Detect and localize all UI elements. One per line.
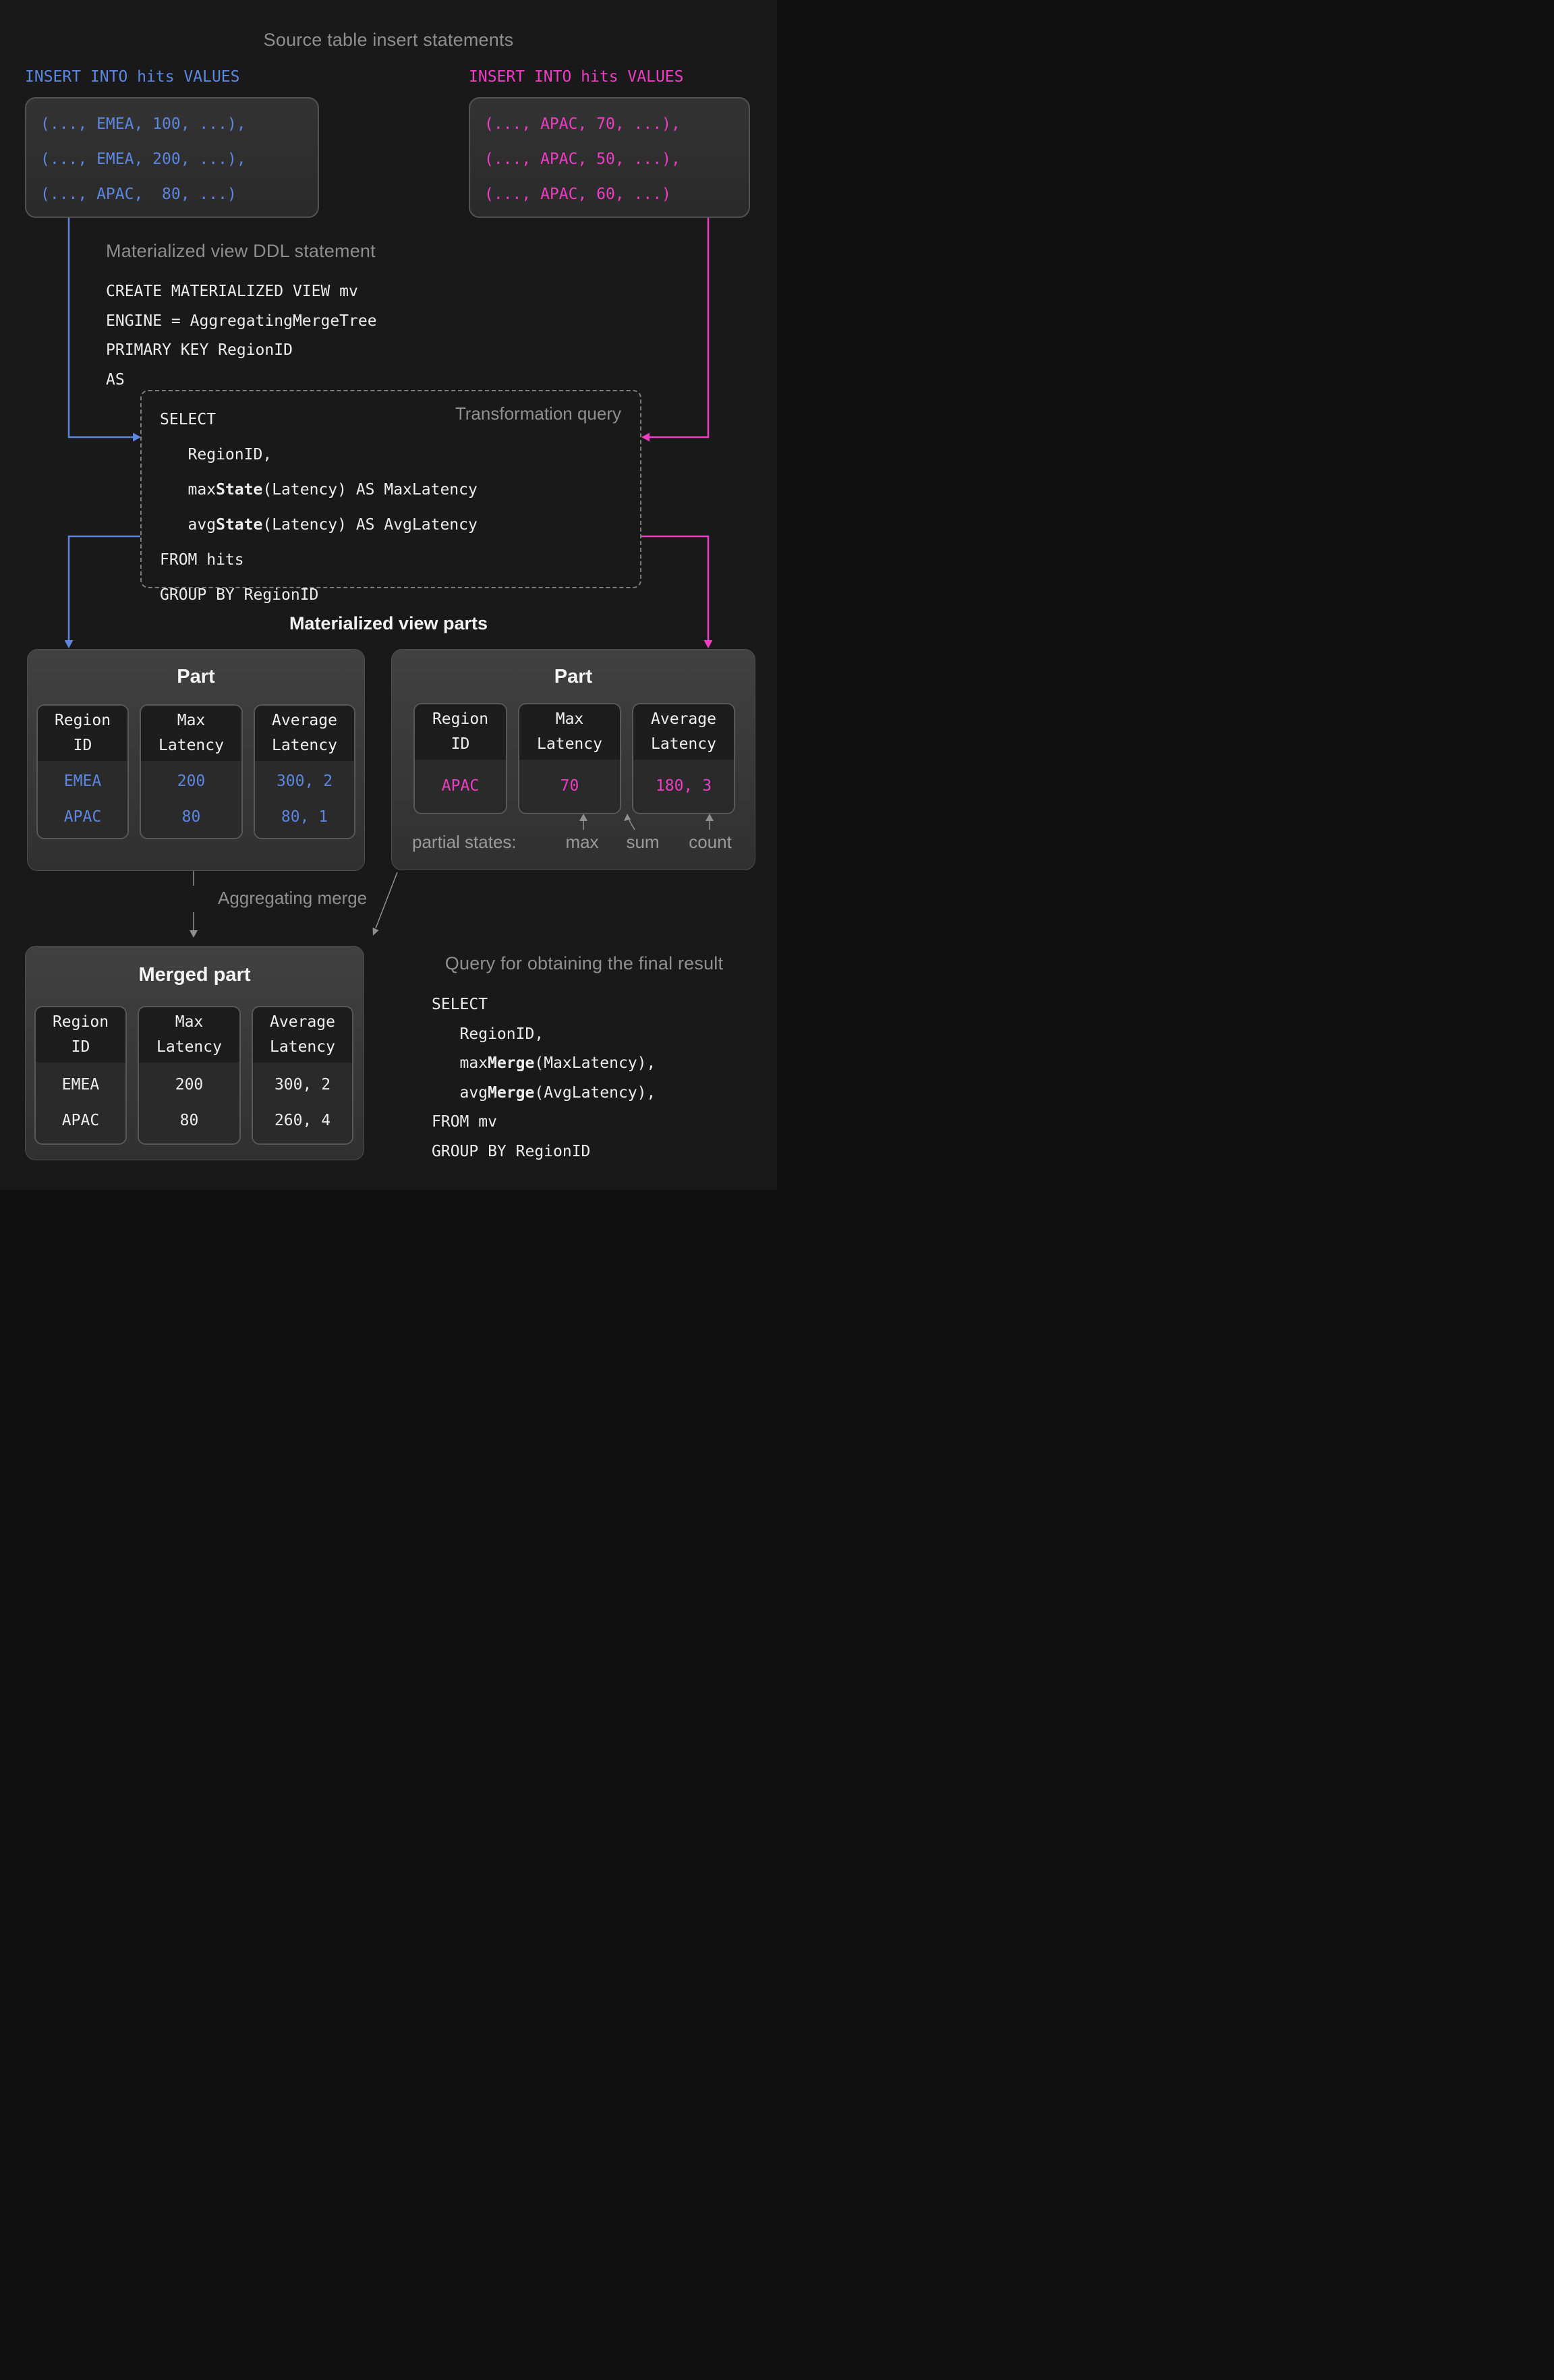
- column-values: 300, 2 260, 4: [253, 1062, 352, 1143]
- ddl-code: CREATE MATERIALIZED VIEW mvENGINE = Aggr…: [106, 277, 377, 395]
- column-header: Region ID: [415, 704, 506, 760]
- column-card: Average Latency 300, 2 260, 4: [252, 1006, 353, 1145]
- column-values: 200 80: [139, 1062, 239, 1143]
- column-values: APAC: [415, 760, 506, 813]
- column-values: 180, 3: [633, 760, 734, 813]
- transformation-box: Transformation query SELECT RegionID, ma…: [140, 390, 641, 588]
- insert-right-rows: (..., APAC, 70, ...),(..., APAC, 50, ...…: [470, 98, 749, 212]
- column-values: 300, 2 80, 1: [255, 761, 354, 838]
- column-card: Region ID APAC: [413, 703, 507, 814]
- merged-part-box: Merged part Region ID EMEA APAC Max Late…: [25, 946, 364, 1160]
- part-right-title: Part: [392, 666, 755, 688]
- insert-left-box: (..., EMEA, 100, ...),(..., EMEA, 200, .…: [25, 97, 319, 218]
- merge-arrow-left-arrowhead: [190, 930, 198, 938]
- partial-annotation-sum: sum: [626, 831, 659, 853]
- pink-in-connector: [641, 218, 708, 442]
- column-card: Average Latency 300, 2 80, 1: [254, 704, 355, 839]
- diagram-canvas: Source table insert statements INSERT IN…: [0, 0, 777, 1190]
- blue-out-arrowhead: [65, 640, 74, 648]
- part-left-title: Part: [28, 666, 364, 688]
- column-values: EMEA APAC: [38, 761, 127, 838]
- column-header: Region ID: [38, 706, 127, 761]
- page-title: Source table insert statements: [0, 30, 777, 51]
- column-card: Region ID EMEA APAC: [34, 1006, 127, 1145]
- ddl-title: Materialized view DDL statement: [106, 241, 376, 262]
- column-card: Average Latency 180, 3: [632, 703, 735, 814]
- part-left-cards: Region ID EMEA APAC Max Latency 200 80: [36, 704, 355, 839]
- insert-left-label: INSERT INTO hits VALUES: [25, 68, 240, 86]
- partial-annotation-count: count: [689, 831, 732, 853]
- part-right-cards: Region ID APAC Max Latency 70 Average: [413, 703, 735, 814]
- column-header: Max Latency: [141, 706, 241, 761]
- insert-right-label: INSERT INTO hits VALUES: [469, 68, 684, 86]
- column-card: Max Latency 200 80: [140, 704, 243, 839]
- column-values: EMEA APAC: [36, 1062, 125, 1143]
- column-card: Max Latency 70: [518, 703, 621, 814]
- merge-arrow-left: [190, 871, 198, 938]
- column-values: 70: [519, 760, 620, 813]
- column-header: Average Latency: [633, 704, 734, 760]
- column-header: Region ID: [36, 1007, 125, 1062]
- partial-states-label: partial states:: [412, 831, 517, 853]
- final-query-title: Query for obtaining the final result: [402, 953, 766, 974]
- transformation-label: Transformation query: [455, 403, 621, 424]
- merge-arrow-diagonal: [373, 872, 398, 936]
- pink-out-arrowhead: [704, 640, 713, 648]
- insert-right-box: (..., APAC, 70, ...),(..., APAC, 50, ...…: [469, 97, 750, 218]
- part-box-right: Part Region ID APAC Max Latency 70: [391, 649, 755, 870]
- column-header: Average Latency: [253, 1007, 352, 1062]
- column-card: Max Latency 200 80: [138, 1006, 241, 1145]
- parts-section-title: Materialized view parts: [0, 613, 777, 634]
- column-values: 200 80: [141, 761, 241, 838]
- insert-left-rows: (..., EMEA, 100, ...),(..., EMEA, 200, .…: [26, 98, 318, 212]
- column-header: Max Latency: [139, 1007, 239, 1062]
- column-header: Max Latency: [519, 704, 620, 760]
- merge-arrow-diagonal-arrowhead: [373, 928, 379, 936]
- merged-part-title: Merged part: [26, 964, 364, 986]
- transformation-code: SELECT RegionID, maxState(Latency) AS Ma…: [160, 402, 478, 613]
- partial-annotation-max: max: [565, 831, 598, 853]
- pink-in-arrowhead: [641, 433, 650, 442]
- column-header: Average Latency: [255, 706, 354, 761]
- aggregating-merge-label: Aggregating merge: [218, 888, 367, 909]
- column-card: Region ID EMEA APAC: [36, 704, 129, 839]
- final-query-code: SELECT RegionID, maxMerge(MaxLatency), a…: [432, 990, 656, 1166]
- part-box-left: Part Region ID EMEA APAC Max Latency 200: [27, 649, 365, 871]
- merged-part-cards: Region ID EMEA APAC Max Latency 200 80: [34, 1006, 353, 1145]
